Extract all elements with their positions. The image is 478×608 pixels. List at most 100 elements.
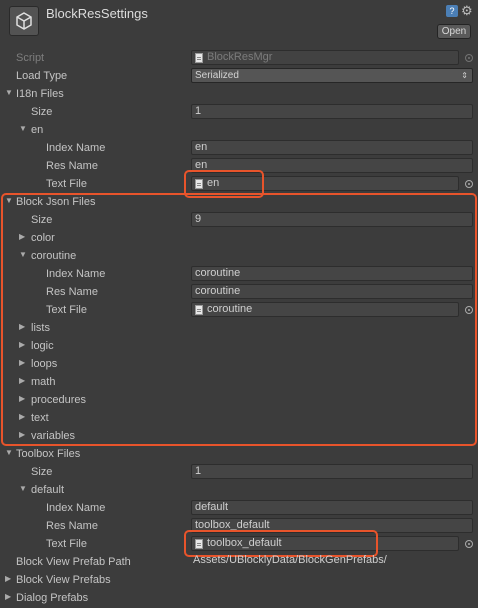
en-element-row[interactable]: ▼ en: [0, 121, 478, 139]
expand-arrow-icon[interactable]: ▶: [5, 574, 15, 583]
json-item-text[interactable]: ▶ text: [0, 409, 478, 427]
expand-arrow-icon[interactable]: ▶: [19, 232, 29, 241]
i18n-size-input[interactable]: 1: [191, 104, 473, 119]
json-item-loops[interactable]: ▶ loops: [0, 355, 478, 373]
procedures-label: procedures: [31, 394, 87, 406]
script-file-icon: [195, 52, 203, 63]
color-label: color: [31, 232, 55, 244]
json-item-variables[interactable]: ▶ variables: [0, 427, 478, 445]
toolbox-text-file-field[interactable]: toolbox_default: [191, 536, 459, 551]
dropdown-arrows-icon: ⇕: [461, 71, 468, 80]
loops-label: loops: [31, 358, 58, 370]
json-item-procedures[interactable]: ▶ procedures: [0, 391, 478, 409]
size-label: Size: [31, 214, 53, 226]
text-file-label: Text File: [46, 538, 87, 550]
load-type-dropdown[interactable]: Serialized ⇕: [191, 68, 473, 83]
object-picker-icon[interactable]: [465, 540, 473, 548]
block-view-prefabs-label: Block View Prefabs: [16, 574, 111, 586]
json-size-input[interactable]: 9: [191, 212, 473, 227]
en-text-file-field[interactable]: en: [191, 176, 459, 191]
block-json-files-label: Block Json Files: [16, 196, 96, 208]
open-button[interactable]: Open: [437, 24, 471, 39]
block-view-prefabs-row[interactable]: ▶ Block View Prefabs: [0, 571, 478, 589]
text-file-label: Text File: [46, 178, 87, 190]
en-res-row: Res Name en: [0, 157, 478, 175]
index-name-label: Index Name: [46, 502, 106, 514]
collapse-arrow-icon[interactable]: ▼: [5, 88, 15, 97]
toolbox-index-input[interactable]: default: [191, 500, 473, 515]
text-file-icon: [195, 304, 203, 315]
toolbox-size-input[interactable]: 1: [191, 464, 473, 479]
toolbox-text-row: Text File toolbox_default: [0, 535, 478, 553]
dialog-prefabs-label: Dialog Prefabs: [16, 592, 89, 604]
expand-arrow-icon[interactable]: ▶: [19, 322, 29, 331]
coroutine-text-file-value: coroutine: [207, 303, 253, 315]
help-icon[interactable]: ?: [446, 5, 458, 17]
script-value: BlockResMgr: [207, 51, 273, 63]
block-json-files-row[interactable]: ▼ Block Json Files: [0, 193, 478, 211]
collapse-arrow-icon[interactable]: ▼: [5, 448, 15, 457]
text-label: text: [31, 412, 49, 424]
json-item-color[interactable]: ▶ color: [0, 229, 478, 247]
text-file-icon: [195, 538, 203, 549]
coroutine-index-row: Index Name coroutine: [0, 265, 478, 283]
toolbox-text-file-value: toolbox_default: [207, 537, 282, 549]
inspector-header: BlockResSettings ? ⚙ Open: [0, 0, 478, 46]
collapse-arrow-icon[interactable]: ▼: [5, 196, 15, 205]
json-item-logic[interactable]: ▶ logic: [0, 337, 478, 355]
dialog-prefabs-row[interactable]: ▶ Dialog Prefabs: [0, 589, 478, 607]
expand-arrow-icon[interactable]: ▶: [5, 592, 15, 601]
logic-label: logic: [31, 340, 54, 352]
lists-label: lists: [31, 322, 50, 334]
en-res-input[interactable]: en: [191, 158, 473, 173]
expand-arrow-icon[interactable]: ▶: [19, 430, 29, 439]
prefab-path-input[interactable]: Assets/UBlocklyData/BlockGenPrefabs/: [191, 554, 473, 569]
load-type-value: Serialized: [195, 70, 239, 81]
expand-arrow-icon[interactable]: ▶: [19, 340, 29, 349]
en-index-input[interactable]: en: [191, 140, 473, 155]
script-label: Script: [16, 52, 45, 64]
collapse-arrow-icon[interactable]: ▼: [19, 124, 29, 133]
json-item-coroutine[interactable]: ▼ coroutine: [0, 247, 478, 265]
index-name-label: Index Name: [46, 142, 106, 154]
res-name-label: Res Name: [46, 520, 98, 532]
toolbox-files-label: Toolbox Files: [16, 448, 81, 460]
expand-arrow-icon[interactable]: ▶: [19, 412, 29, 421]
res-name-label: Res Name: [46, 286, 98, 298]
size-label: Size: [31, 466, 53, 478]
index-name-label: Index Name: [46, 268, 106, 280]
toolbox-res-input[interactable]: toolbox_default: [191, 518, 473, 533]
collapse-arrow-icon[interactable]: ▼: [19, 484, 29, 493]
object-picker-icon: [465, 54, 473, 62]
inspector-title: BlockResSettings: [46, 6, 148, 21]
expand-arrow-icon[interactable]: ▶: [19, 394, 29, 403]
object-picker-icon[interactable]: [465, 306, 473, 314]
en-label: en: [31, 124, 44, 136]
collapse-arrow-icon[interactable]: ▼: [19, 250, 29, 259]
coroutine-res-row: Res Name coroutine: [0, 283, 478, 301]
expand-arrow-icon[interactable]: ▶: [19, 376, 29, 385]
toolbox-item-default[interactable]: ▼ default: [0, 481, 478, 499]
toolbox-files-row[interactable]: ▼ Toolbox Files: [0, 445, 478, 463]
prefab-path-row: Block View Prefab Path Assets/UBlocklyDa…: [0, 553, 478, 571]
json-item-lists[interactable]: ▶ lists: [0, 319, 478, 337]
i18n-size-row: Size 1: [0, 103, 478, 121]
i18n-files-row[interactable]: ▼ I18n Files: [0, 85, 478, 103]
text-file-icon: [195, 178, 203, 189]
expand-arrow-icon[interactable]: ▶: [19, 358, 29, 367]
coroutine-index-input[interactable]: coroutine: [191, 266, 473, 281]
text-file-label: Text File: [46, 304, 87, 316]
json-item-math[interactable]: ▶ math: [0, 373, 478, 391]
en-text-row: Text File en: [0, 175, 478, 193]
coroutine-text-row: Text File coroutine: [0, 301, 478, 319]
res-name-label: Res Name: [46, 160, 98, 172]
json-size-row: Size 9: [0, 211, 478, 229]
coroutine-text-file-field[interactable]: coroutine: [191, 302, 459, 317]
gear-icon[interactable]: ⚙: [461, 3, 473, 19]
toolbox-index-row: Index Name default: [0, 499, 478, 517]
coroutine-res-input[interactable]: coroutine: [191, 284, 473, 299]
size-label: Size: [31, 106, 53, 118]
object-picker-icon[interactable]: [465, 180, 473, 188]
unity-logo-icon: [9, 6, 39, 36]
prefab-path-label: Block View Prefab Path: [16, 556, 131, 568]
